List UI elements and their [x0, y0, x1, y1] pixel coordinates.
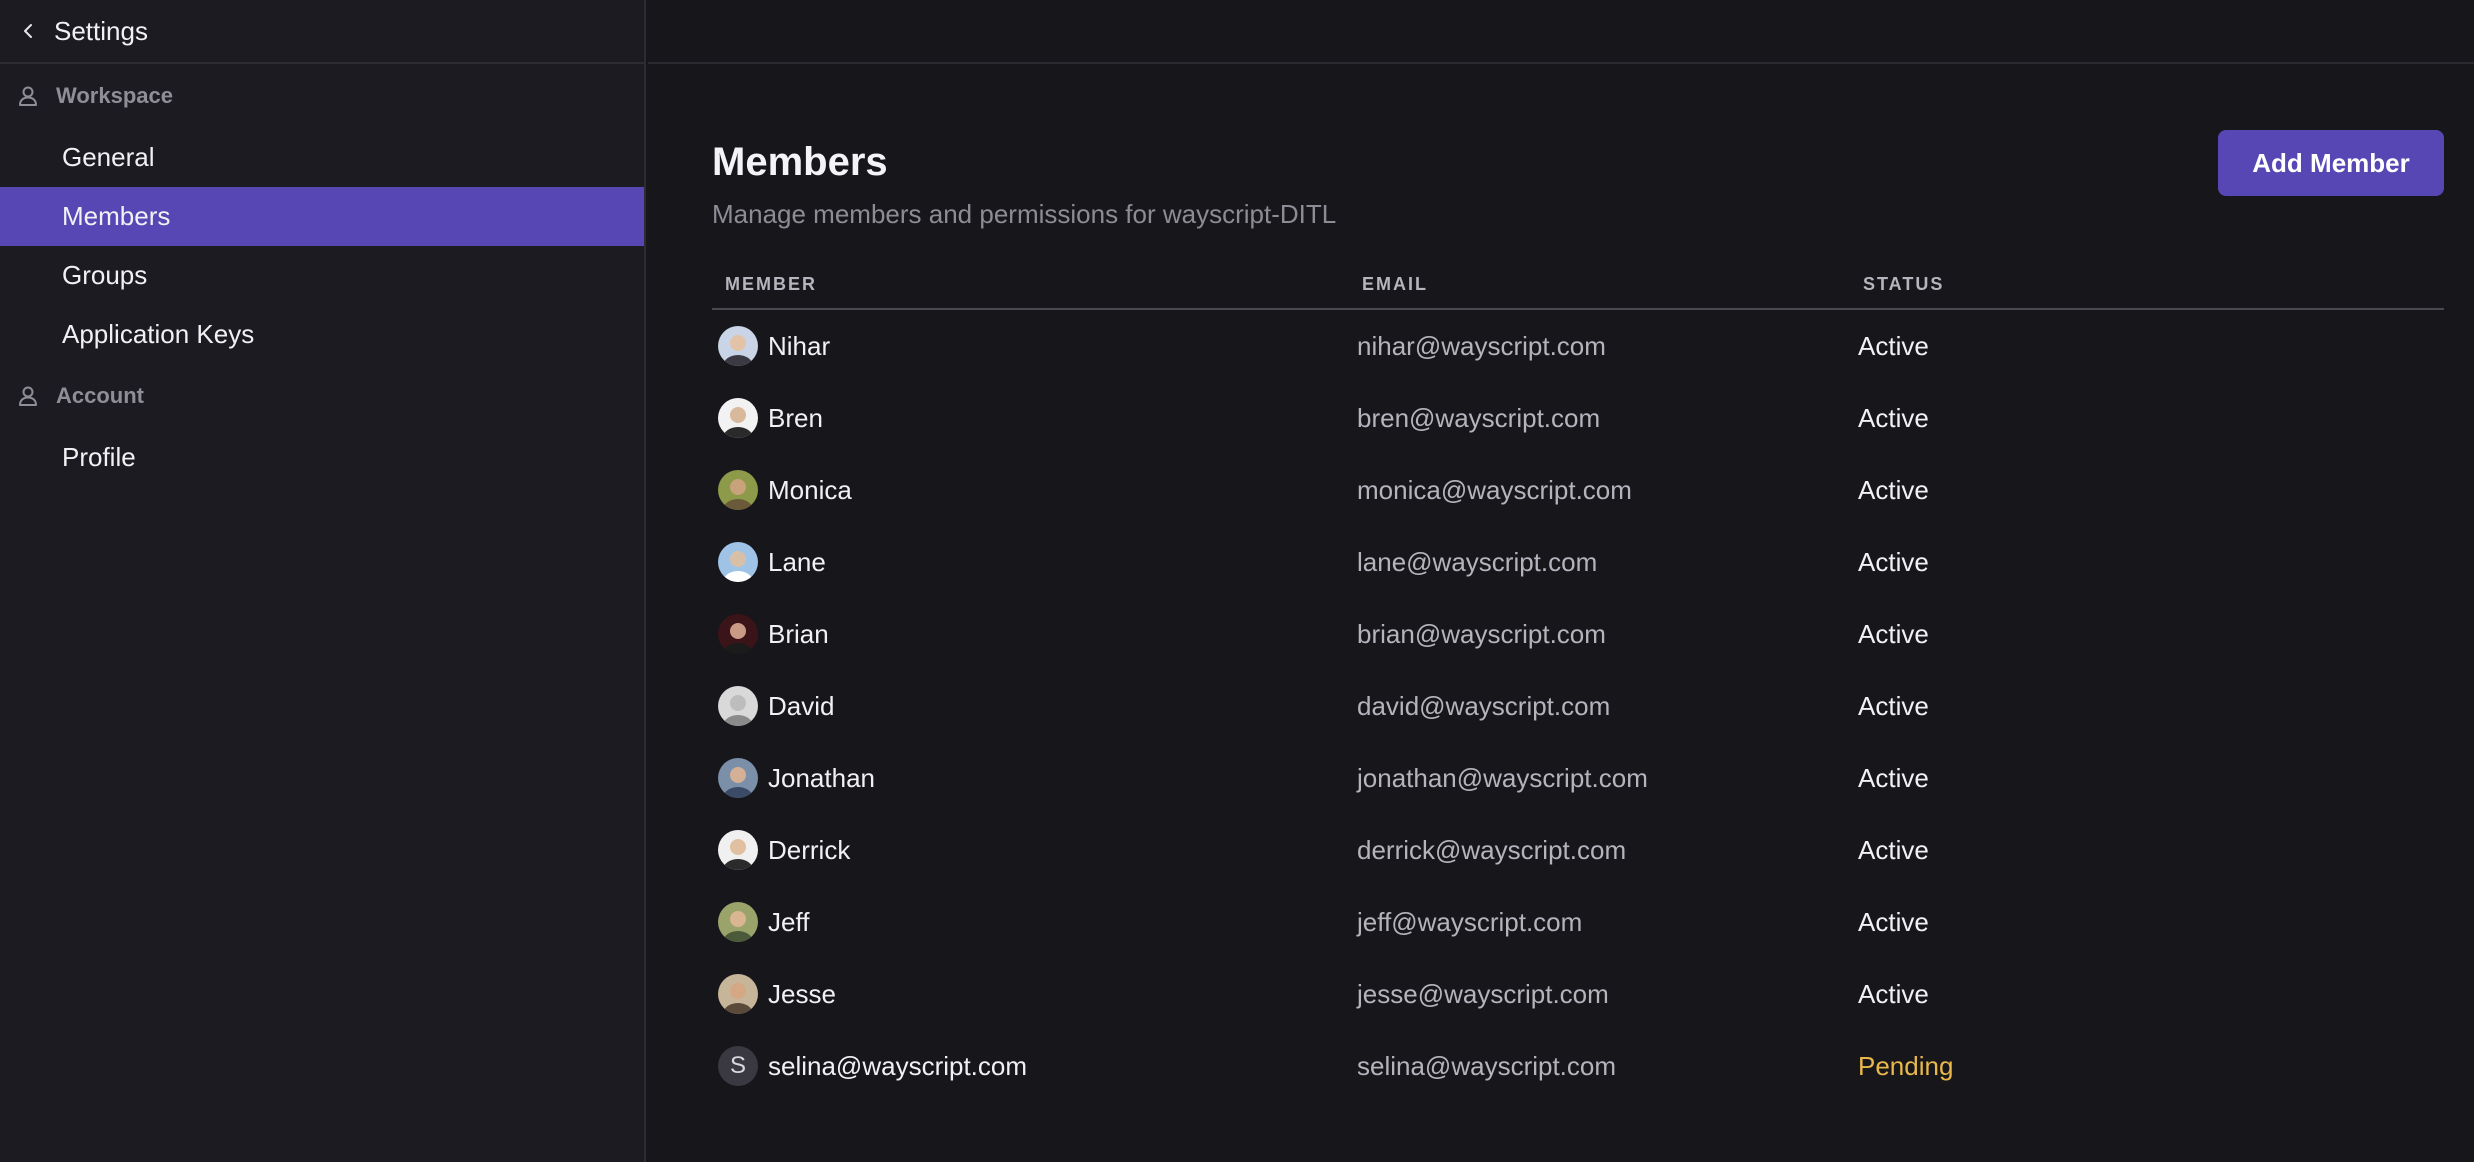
member-cell: David [718, 670, 834, 742]
page-title: Members [712, 140, 888, 184]
column-header-status: STATUS [1863, 274, 1945, 294]
member-cell: Nihar [718, 310, 830, 382]
member-cell: Monica [718, 454, 852, 526]
avatar [718, 470, 758, 510]
table-header: MEMBER EMAIL STATUS [712, 274, 2444, 310]
member-name: Jeff [768, 906, 810, 937]
table-row[interactable]: Monica monica@wayscript.com Active [712, 454, 2444, 526]
avatar [718, 398, 758, 438]
member-name: Bren [768, 402, 823, 433]
member-cell: Derrick [718, 814, 850, 886]
member-name: David [768, 690, 835, 721]
member-email: monica@wayscript.com [1357, 474, 1632, 505]
member-status: Active [1858, 690, 1929, 721]
sidebar-item-members[interactable]: Members [0, 187, 644, 246]
section-label-workspace: Workspace [56, 83, 173, 108]
member-name: selina@wayscript.com [768, 1050, 1028, 1081]
table-row[interactable]: Jesse jesse@wayscript.com Active [712, 958, 2444, 1030]
member-status: Active [1858, 546, 1929, 577]
member-status: Active [1858, 330, 1929, 361]
sidebar-item-general[interactable]: General [0, 128, 644, 187]
table-row[interactable]: Lane lane@wayscript.com Active [712, 526, 2444, 598]
member-cell: Bren [718, 382, 823, 454]
avatar [718, 614, 758, 654]
member-email: selina@wayscript.com [1357, 1050, 1617, 1081]
member-name: Derrick [768, 834, 851, 865]
member-email: david@wayscript.com [1357, 690, 1611, 721]
sidebar-item-label: Profile [62, 442, 136, 472]
member-status: Active [1858, 762, 1929, 793]
member-cell: Sselina@wayscript.com [718, 1030, 1027, 1102]
column-header-member: MEMBER [725, 274, 817, 294]
member-email: derrick@wayscript.com [1357, 834, 1627, 865]
member-status: Active [1858, 474, 1929, 505]
member-email: jesse@wayscript.com [1357, 978, 1609, 1009]
sidebar-item-groups[interactable]: Groups [0, 246, 644, 305]
avatar [718, 686, 758, 726]
table-row[interactable]: Jonathan jonathan@wayscript.com Active [712, 742, 2444, 814]
table-row[interactable]: Bren bren@wayscript.com Active [712, 382, 2444, 454]
sidebar-item-label: Application Keys [62, 319, 255, 349]
sidebar-item-profile[interactable]: Profile [0, 428, 644, 487]
member-email: brian@wayscript.com [1357, 618, 1606, 649]
sidebar-item-application-keys[interactable]: Application Keys [0, 305, 644, 364]
members-table: MEMBER EMAIL STATUS Nihar nihar@wayscript… [712, 274, 2444, 1102]
sidebar-item-label: General [62, 142, 155, 172]
avatar-initial: S [718, 1046, 758, 1086]
member-email: jeff@wayscript.com [1357, 906, 1583, 937]
table-row[interactable]: Nihar nihar@wayscript.com Active [712, 310, 2444, 382]
member-status: Active [1858, 402, 1929, 433]
member-email: jonathan@wayscript.com [1357, 762, 1648, 793]
table-body: Nihar nihar@wayscript.com Active Bren bren@w… [712, 310, 2444, 1102]
table-row[interactable]: Jeff jeff@wayscript.com Active [712, 886, 2444, 958]
table-row[interactable]: Sselina@wayscript.com selina@wayscript.co… [712, 1030, 2444, 1102]
member-name: Jesse [768, 978, 836, 1009]
page-subtitle: Manage members and permissions for waysc… [712, 199, 1337, 229]
member-cell: Lane [718, 526, 826, 598]
member-cell: Jonathan [718, 742, 875, 814]
settings-sidebar: Settings Workspace General Members Group… [0, 0, 646, 1162]
avatar [718, 830, 758, 870]
member-cell: Jesse [718, 958, 836, 1030]
section-account: Account [0, 364, 644, 428]
person-icon [14, 382, 42, 410]
top-bar [648, 0, 2474, 64]
member-status: Active [1858, 618, 1929, 649]
member-name: Jonathan [768, 762, 875, 793]
member-email: lane@wayscript.com [1357, 546, 1598, 577]
add-member-button[interactable]: Add Member [2218, 130, 2444, 196]
member-status: Active [1858, 978, 1929, 1009]
avatar [718, 542, 758, 582]
member-name: Lane [768, 546, 826, 577]
member-cell: Jeff [718, 886, 809, 958]
section-label-account: Account [56, 383, 144, 408]
member-cell: Brian [718, 598, 829, 670]
member-email: nihar@wayscript.com [1357, 330, 1606, 361]
chevron-left-icon[interactable] [14, 16, 44, 46]
table-row[interactable]: David david@wayscript.com Active [712, 670, 2444, 742]
member-name: Monica [768, 474, 852, 505]
sidebar-header: Settings [0, 0, 644, 64]
sidebar-title: Settings [54, 15, 148, 46]
table-row[interactable]: Brian brian@wayscript.com Active [712, 598, 2444, 670]
sidebar-item-label: Groups [62, 260, 148, 290]
avatar [718, 902, 758, 942]
avatar [718, 974, 758, 1014]
section-workspace: Workspace [0, 64, 644, 128]
sidebar-item-label: Members [62, 201, 171, 231]
member-name: Nihar [768, 330, 831, 361]
avatar [718, 326, 758, 366]
member-status: Pending [1858, 1050, 1954, 1081]
column-header-email: EMAIL [1362, 274, 1428, 294]
member-status: Active [1858, 834, 1929, 865]
avatar [718, 758, 758, 798]
table-row[interactable]: Derrick derrick@wayscript.com Active [712, 814, 2444, 886]
member-status: Active [1858, 906, 1929, 937]
person-icon [14, 82, 42, 110]
member-name: Brian [768, 618, 829, 649]
member-email: bren@wayscript.com [1357, 402, 1601, 433]
